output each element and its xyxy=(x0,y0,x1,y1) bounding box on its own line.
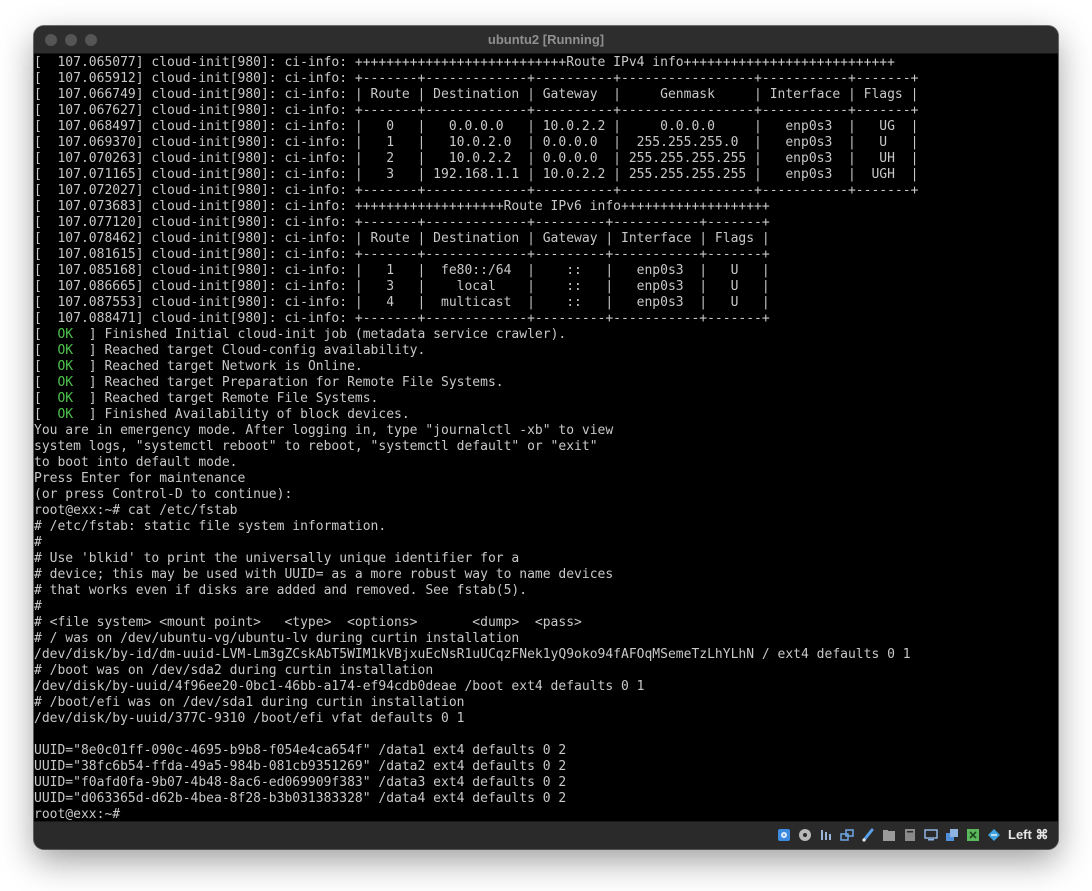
virtualbox-vm-window: ubuntu2 [Running] [ 107.065077] cloud-in… xyxy=(34,26,1058,849)
console-line-message: ] Finished Availability of block devices… xyxy=(73,407,410,422)
console-line: [ 107.073683] cloud-init[980]: ci-info: … xyxy=(34,199,770,214)
video-capture-icon[interactable] xyxy=(945,828,959,842)
console-line: [ 107.077120] cloud-init[980]: ci-info: … xyxy=(34,215,770,230)
console-line-message: ] Reached target Remote File Systems. xyxy=(73,391,379,406)
console-line-message: ] Finished Initial cloud-init job (metad… xyxy=(73,327,567,342)
console-line: Press Enter for maintenance xyxy=(34,471,246,486)
console-line: UUID="38fc6b54-ffda-49a5-984b-081cb93512… xyxy=(34,759,567,774)
shared-clipboard-icon[interactable] xyxy=(903,828,917,842)
ok-status: OK xyxy=(57,407,74,422)
mouse-integration-icon[interactable] xyxy=(987,828,1001,842)
console-line: [ OK ] Reached target Network is Online. xyxy=(34,359,918,375)
console-line: [ 107.066749] cloud-init[980]: ci-info: … xyxy=(34,87,919,102)
console-line: [ 107.067627] cloud-init[980]: ci-info: … xyxy=(34,103,919,118)
console-line: [ OK ] Finished Initial cloud-init job (… xyxy=(34,327,918,343)
status-bar: Left ⌘ xyxy=(34,821,1058,849)
console-line: root@exx:~# xyxy=(34,807,121,821)
network-icon[interactable] xyxy=(840,828,854,842)
recording-icon[interactable] xyxy=(966,828,980,842)
console-line: /dev/disk/by-id/dm-uuid-LVM-Lm3gZCskAbT5… xyxy=(34,647,911,662)
console-line-prefix: [ xyxy=(34,359,58,374)
console-line: /dev/disk/by-uuid/377C-9310 /boot/efi vf… xyxy=(34,711,465,726)
console-line-prefix: [ xyxy=(34,327,58,342)
console-line: # / was on /dev/ubuntu-vg/ubuntu-lv duri… xyxy=(34,631,520,646)
console-line: # Use 'blkid' to print the universally u… xyxy=(34,551,520,566)
console-line: [ OK ] Reached target Cloud-config avail… xyxy=(34,343,918,359)
console-line: [ 107.068497] cloud-init[980]: ci-info: … xyxy=(34,119,919,134)
console-line: # that works even if disks are added and… xyxy=(34,583,528,598)
console-line: system logs, "systemctl reboot" to reboo… xyxy=(34,439,598,454)
console-line: # xyxy=(34,535,42,550)
ok-status: OK xyxy=(57,343,74,358)
console-line: [ OK ] Finished Availability of block de… xyxy=(34,407,918,423)
console-line: [ 107.085168] cloud-init[980]: ci-info: … xyxy=(34,263,770,278)
console-line: [ 107.065077] cloud-init[980]: ci-info: … xyxy=(34,55,895,70)
console-line: You are in emergency mode. After logging… xyxy=(34,423,614,438)
console-line: # /boot/efi was on /dev/sda1 during curt… xyxy=(34,695,465,710)
console-line: [ 107.088471] cloud-init[980]: ci-info: … xyxy=(34,311,770,326)
console-line: UUID="f0afd0fa-9b07-4b48-8ac6-ed069909f3… xyxy=(34,775,567,790)
hard-disk-icon[interactable] xyxy=(777,828,791,842)
console-output: [ 107.065077] cloud-init[980]: ci-info: … xyxy=(34,55,918,821)
console-line: [ 107.087553] cloud-init[980]: ci-info: … xyxy=(34,295,770,310)
usb-icon[interactable] xyxy=(861,828,875,842)
console-line: UUID="8e0c01ff-090c-4695-b9b8-f054e4ca65… xyxy=(34,743,567,758)
console-line: (or press Control-D to continue): xyxy=(34,487,293,502)
console-line: [ 107.078462] cloud-init[980]: ci-info: … xyxy=(34,231,770,246)
console-line: to boot into default mode. xyxy=(34,455,238,470)
host-key-label[interactable]: Left ⌘ xyxy=(1008,827,1048,843)
shared-folders-icon[interactable] xyxy=(882,828,896,842)
ok-status: OK xyxy=(57,359,74,374)
ok-status: OK xyxy=(57,375,74,390)
console-line: [ 107.071165] cloud-init[980]: ci-info: … xyxy=(34,167,919,182)
display-icon[interactable] xyxy=(924,828,938,842)
console-line: [ 107.070263] cloud-init[980]: ci-info: … xyxy=(34,151,919,166)
console-line: [ 107.065912] cloud-init[980]: ci-info: … xyxy=(34,71,919,86)
console-line-message: ] Reached target Network is Online. xyxy=(73,359,363,374)
console-line-prefix: [ xyxy=(34,343,58,358)
console-line: [ 107.072027] cloud-init[980]: ci-info: … xyxy=(34,183,919,198)
console-line: # xyxy=(34,599,42,614)
console-line: UUID="d063365d-d62b-4bea-8f28-b3b0313833… xyxy=(34,791,567,806)
console-line: [ 107.069370] cloud-init[980]: ci-info: … xyxy=(34,135,919,150)
console-line-message: ] Reached target Cloud-config availabili… xyxy=(73,343,426,358)
title-bar[interactable]: ubuntu2 [Running] xyxy=(34,26,1058,54)
vm-console-screen[interactable]: [ 107.065077] cloud-init[980]: ci-info: … xyxy=(34,54,1058,821)
console-line: # device; this may be used with UUID= as… xyxy=(34,567,614,582)
console-line-prefix: [ xyxy=(34,391,58,406)
console-line: [ 107.081615] cloud-init[980]: ci-info: … xyxy=(34,247,770,262)
console-line-prefix: [ xyxy=(34,407,58,422)
console-line: [ OK ] Reached target Remote File System… xyxy=(34,391,918,407)
console-line: root@exx:~# cat /etc/fstab xyxy=(34,503,238,518)
ok-status: OK xyxy=(57,391,74,406)
console-line-message: ] Reached target Preparation for Remote … xyxy=(73,375,504,390)
console-line: # /boot was on /dev/sda2 during curtin i… xyxy=(34,663,434,678)
ok-status: OK xyxy=(57,327,74,342)
optical-drive-icon[interactable] xyxy=(798,828,812,842)
console-line: [ 107.086665] cloud-init[980]: ci-info: … xyxy=(34,279,770,294)
window-title: ubuntu2 [Running] xyxy=(487,32,605,47)
audio-icon[interactable] xyxy=(819,828,833,842)
console-line: # <file system> <mount point> <type> <op… xyxy=(34,615,582,630)
console-line-prefix: [ xyxy=(34,375,58,390)
console-line: # /etc/fstab: static file system informa… xyxy=(34,519,387,534)
console-line: [ OK ] Reached target Preparation for Re… xyxy=(34,375,918,391)
console-line: /dev/disk/by-uuid/4f96ee20-0bc1-46bb-a17… xyxy=(34,679,645,694)
